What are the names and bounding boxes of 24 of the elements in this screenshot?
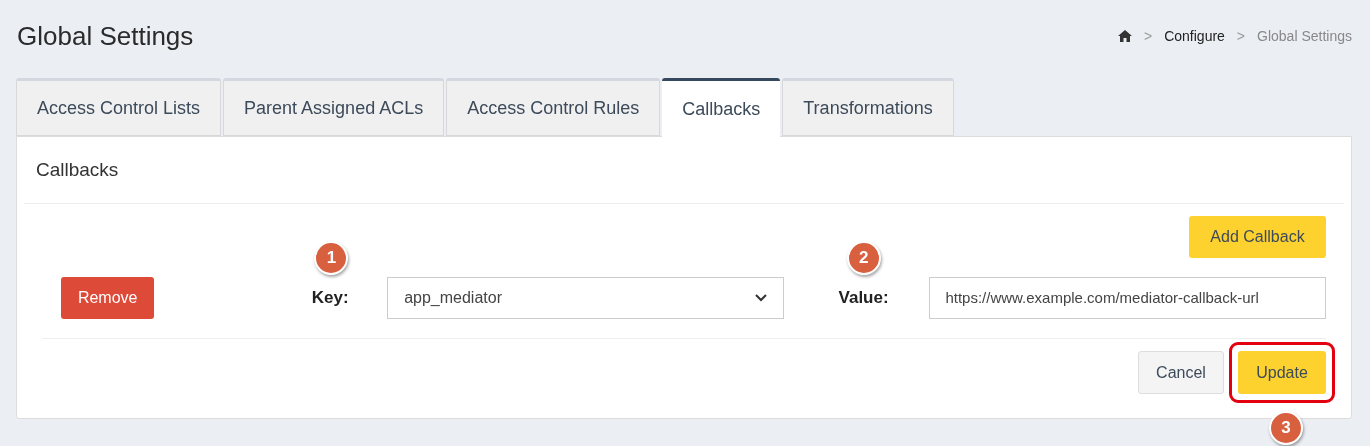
remove-button[interactable]: Remove [61, 276, 155, 319]
key-label: Key: [311, 286, 349, 309]
page-title: Global Settings [17, 19, 194, 53]
key-select[interactable]: app_mediator [387, 276, 784, 319]
tab[interactable]: Parent Assigned ACLs [223, 78, 445, 136]
step-marker: 1 [314, 240, 349, 275]
panel-title: Callbacks [36, 157, 119, 182]
breadcrumb-current: Global Settings [1257, 26, 1352, 46]
breadcrumb-separator: > [1143, 26, 1153, 46]
tab[interactable]: Callbacks [662, 78, 781, 137]
add-callback-button[interactable]: Add Callback [1189, 216, 1326, 258]
tab[interactable]: Transformations [782, 78, 954, 136]
tab[interactable]: Access Control Rules [446, 78, 661, 136]
value-input[interactable]: https://www.example.com/mediator-callback-url [929, 276, 1326, 319]
breadcrumb-link[interactable]: Configure [1164, 25, 1225, 47]
tab[interactable]: Access Control Lists [16, 78, 222, 136]
chevron-down-icon [754, 293, 767, 302]
step-marker: 3 [1269, 411, 1303, 445]
breadcrumb-separator: > [1236, 26, 1246, 46]
home-icon[interactable] [1117, 30, 1132, 42]
step-marker: 2 [846, 240, 881, 275]
value-label: Value: [838, 286, 889, 309]
update-button[interactable]: Update [1238, 351, 1326, 394]
cancel-button[interactable]: Cancel [1138, 351, 1224, 394]
